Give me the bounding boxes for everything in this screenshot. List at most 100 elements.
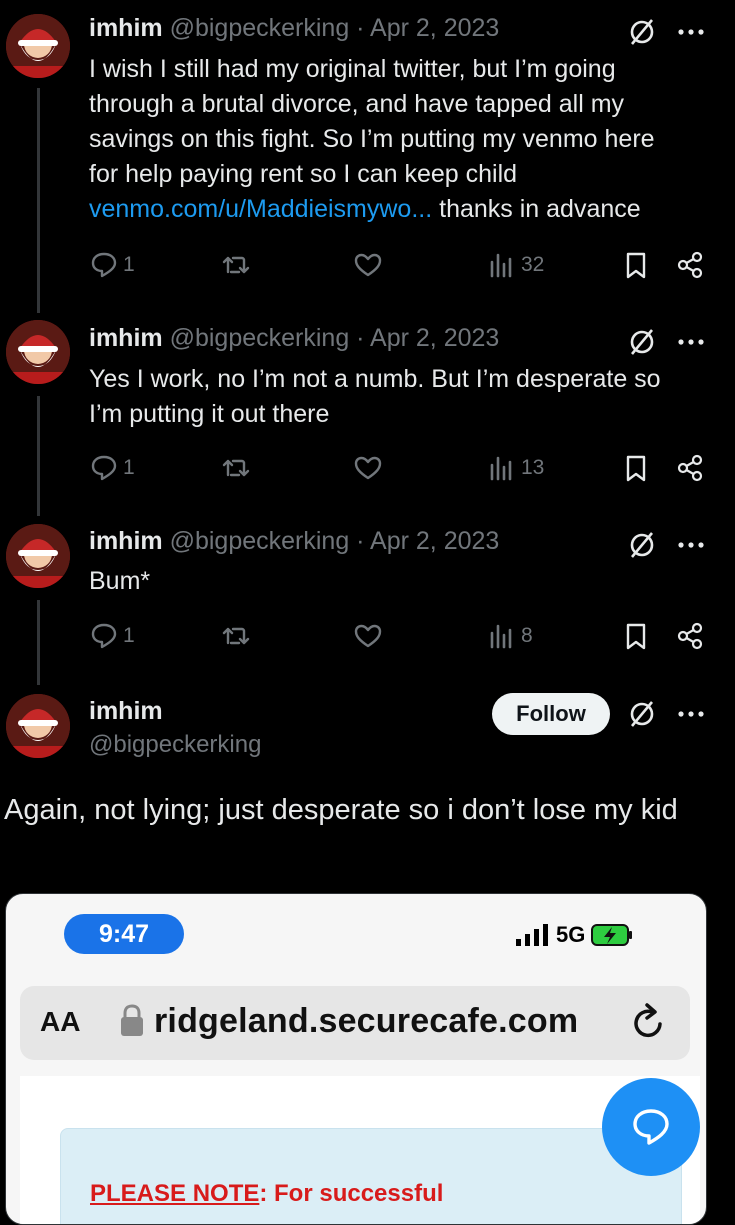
battery-charging-icon [591, 924, 633, 946]
tweet-text: I wish I still had my original twitter, … [89, 52, 719, 227]
reload-icon[interactable] [630, 1002, 668, 1042]
tweet-text: Bum* [89, 564, 719, 599]
tweet-text: Again, not lying; just desperate so i do… [4, 794, 678, 826]
network-label: 5G [556, 922, 586, 947]
like-button[interactable] [353, 619, 383, 653]
chat-bubble-icon [633, 1109, 669, 1145]
bookmark-button[interactable] [621, 451, 651, 485]
retweet-button[interactable] [221, 248, 251, 282]
views-icon [490, 253, 512, 278]
avatar[interactable] [6, 694, 70, 758]
status-time: 9:47 [64, 914, 184, 954]
reply-icon [91, 455, 117, 481]
display-name[interactable]: imhim [89, 324, 163, 352]
bookmark-button[interactable] [621, 619, 651, 653]
bookmark-button[interactable] [621, 248, 651, 282]
reply-count: 1 [123, 253, 135, 276]
heart-icon [354, 253, 382, 277]
handle[interactable]: @bigpeckerking [89, 731, 261, 759]
action-bar: 1 13 [89, 451, 719, 485]
avatar[interactable] [6, 320, 70, 384]
tweet-text-tail: thanks in advance [432, 195, 641, 223]
thread-line [37, 600, 40, 685]
more-options-icon[interactable] [676, 27, 706, 37]
attached-screenshot[interactable]: 9:47 5G AA ridgeland.securecafe.com PLEA… [5, 893, 707, 1225]
share-button[interactable] [675, 451, 705, 485]
grok-icon[interactable] [627, 327, 657, 357]
display-name[interactable]: imhim [89, 527, 163, 555]
share-icon [677, 251, 703, 279]
views-count: 13 [521, 456, 545, 479]
handle-date[interactable]: @bigpeckerking · Apr 2, 2023 [170, 14, 500, 42]
tweet-text-line: through a brutal divorce, and have tappe… [89, 90, 625, 118]
lock-icon [121, 1004, 143, 1036]
address-bar[interactable]: AA ridgeland.securecafe.com [20, 986, 690, 1060]
views-icon [490, 456, 512, 481]
like-button[interactable] [353, 248, 383, 282]
handle-date[interactable]: @bigpeckerking · Apr 2, 2023 [170, 527, 500, 555]
views-button[interactable]: 8 [487, 619, 533, 653]
tweet-header: imhim @bigpeckerking · Apr 2, 2023 [89, 527, 499, 556]
reply-count: 1 [123, 456, 135, 479]
views-button[interactable]: 32 [487, 248, 544, 282]
grok-icon[interactable] [627, 17, 657, 47]
display-name[interactable]: imhim [89, 697, 163, 726]
retweet-button[interactable] [221, 451, 251, 485]
action-bar: 1 8 [89, 619, 719, 653]
handle-date[interactable]: @bigpeckerking · Apr 2, 2023 [170, 324, 500, 352]
retweet-icon [222, 459, 250, 477]
bookmark-icon [626, 623, 646, 650]
reply-button[interactable]: 1 [89, 248, 135, 282]
notice-box [60, 1128, 682, 1224]
heart-icon [354, 624, 382, 648]
more-options-icon[interactable] [676, 709, 706, 719]
share-button[interactable] [675, 619, 705, 653]
grok-icon[interactable] [627, 530, 657, 560]
more-options-icon[interactable] [676, 337, 706, 347]
thread-line [37, 396, 40, 516]
tweet-text-line: I wish I still had my original twitter, … [89, 55, 616, 83]
chat-button[interactable] [602, 1078, 700, 1176]
share-icon [677, 454, 703, 482]
reply-button[interactable]: 1 [89, 451, 135, 485]
share-icon [677, 622, 703, 650]
share-button[interactable] [675, 248, 705, 282]
thread-line [37, 88, 40, 313]
notice-body: : For successful [259, 1180, 444, 1207]
reader-aa-button[interactable]: AA [40, 1006, 80, 1038]
tweet-header: imhim @bigpeckerking · Apr 2, 2023 [89, 14, 499, 43]
retweet-icon [222, 256, 250, 274]
grok-icon[interactable] [627, 699, 657, 729]
retweet-button[interactable] [221, 619, 251, 653]
bookmark-icon [626, 252, 646, 279]
avatar[interactable] [6, 524, 70, 588]
url-text[interactable]: ridgeland.securecafe.com [154, 1002, 578, 1041]
tweet-text: Yes I work, no I’m not a numb. But I’m d… [89, 362, 719, 432]
notice-label: PLEASE NOTE [90, 1180, 260, 1207]
reply-icon [91, 252, 117, 278]
signal-icon [516, 924, 548, 946]
views-count: 8 [521, 624, 533, 647]
notice-text: PLEASE NOTE: For successful [90, 1180, 443, 1208]
tweet-text-line: Bum* [89, 567, 151, 595]
reply-button[interactable]: 1 [89, 619, 135, 653]
views-icon [490, 624, 512, 649]
tweet-text-line: savings on this fight. So I’m putting my… [89, 125, 655, 153]
avatar[interactable] [6, 14, 70, 78]
more-options-icon[interactable] [676, 540, 706, 550]
reply-count: 1 [123, 624, 135, 647]
tweet-text-line: I’m putting it out there [89, 400, 330, 428]
views-count: 32 [521, 253, 545, 276]
display-name[interactable]: imhim [89, 14, 163, 42]
like-button[interactable] [353, 451, 383, 485]
action-bar: 1 32 [89, 248, 719, 282]
retweet-icon [222, 627, 250, 645]
tweet-text-line: for help paying rent so I can keep child [89, 160, 518, 188]
follow-button[interactable]: Follow [492, 693, 610, 735]
tweet-header: imhim @bigpeckerking · Apr 2, 2023 [89, 324, 499, 353]
venmo-link[interactable]: venmo.com/u/Maddieismywo... [89, 195, 432, 223]
status-indicators: 5G [516, 922, 633, 948]
heart-icon [354, 456, 382, 480]
views-button[interactable]: 13 [487, 451, 544, 485]
bookmark-icon [626, 455, 646, 482]
